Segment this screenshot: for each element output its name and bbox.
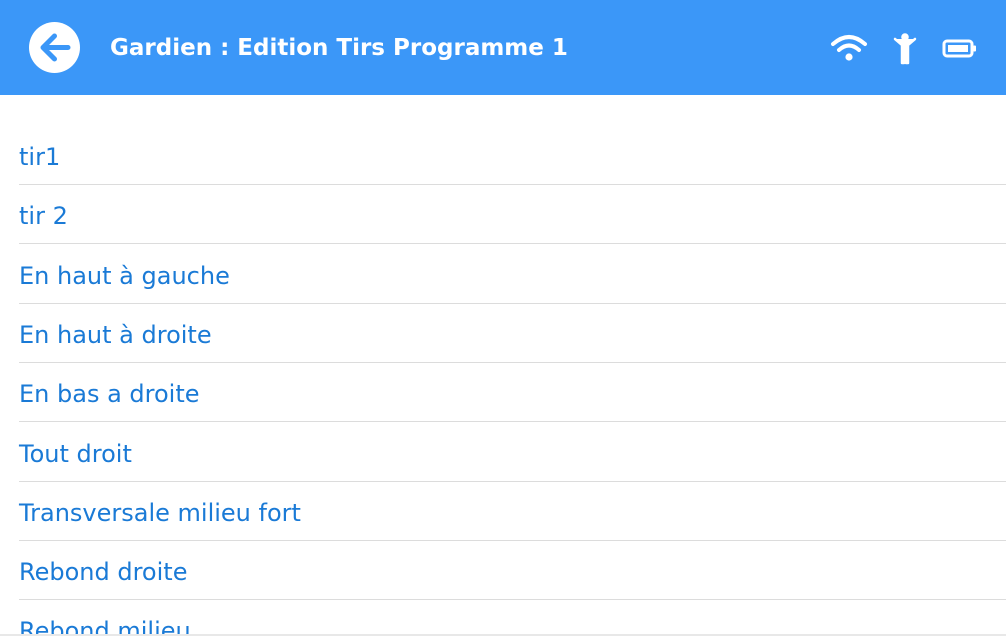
list-item-label: Transversale milieu fort — [19, 498, 301, 527]
list-item-label: tir1 — [19, 143, 61, 171]
arrow-left-icon — [40, 33, 71, 62]
battery-icon — [942, 39, 976, 58]
list-item-label: En bas a droite — [19, 380, 200, 409]
list-item-label: En haut à gauche — [19, 261, 230, 290]
list-item-label: Tout droit — [19, 439, 132, 468]
list-item[interactable]: Tout droit — [19, 423, 1006, 482]
list-item[interactable]: tir1 — [19, 126, 1006, 185]
wifi-icon — [831, 35, 867, 61]
list-item[interactable]: En haut à droite — [19, 304, 1006, 363]
person-icon — [893, 33, 917, 65]
app-header: Gardien : Edition Tirs Programme 1 — [0, 0, 1006, 95]
list-item[interactable]: En bas a droite — [19, 363, 1006, 423]
list-item[interactable]: Transversale milieu fort — [19, 482, 1006, 541]
back-button[interactable] — [29, 22, 80, 73]
list-item-label: En haut à droite — [19, 320, 212, 349]
list-item-label: Rebond milieu — [19, 617, 191, 636]
page-title: Gardien : Edition Tirs Programme 1 — [110, 35, 568, 61]
shot-list: tir1 tir 2 En haut à gauche En haut à droit… — [0, 95, 1006, 636]
list-item-label: Rebond droite — [19, 558, 188, 587]
list-item[interactable]: Rebond droite — [19, 541, 1006, 601]
list-item[interactable]: En haut à gauche — [19, 245, 1006, 304]
list-item[interactable]: tir 2 — [19, 185, 1006, 245]
list-item[interactable]: Rebond milieu — [19, 600, 1006, 636]
list-item-label: tir 2 — [19, 202, 68, 231]
